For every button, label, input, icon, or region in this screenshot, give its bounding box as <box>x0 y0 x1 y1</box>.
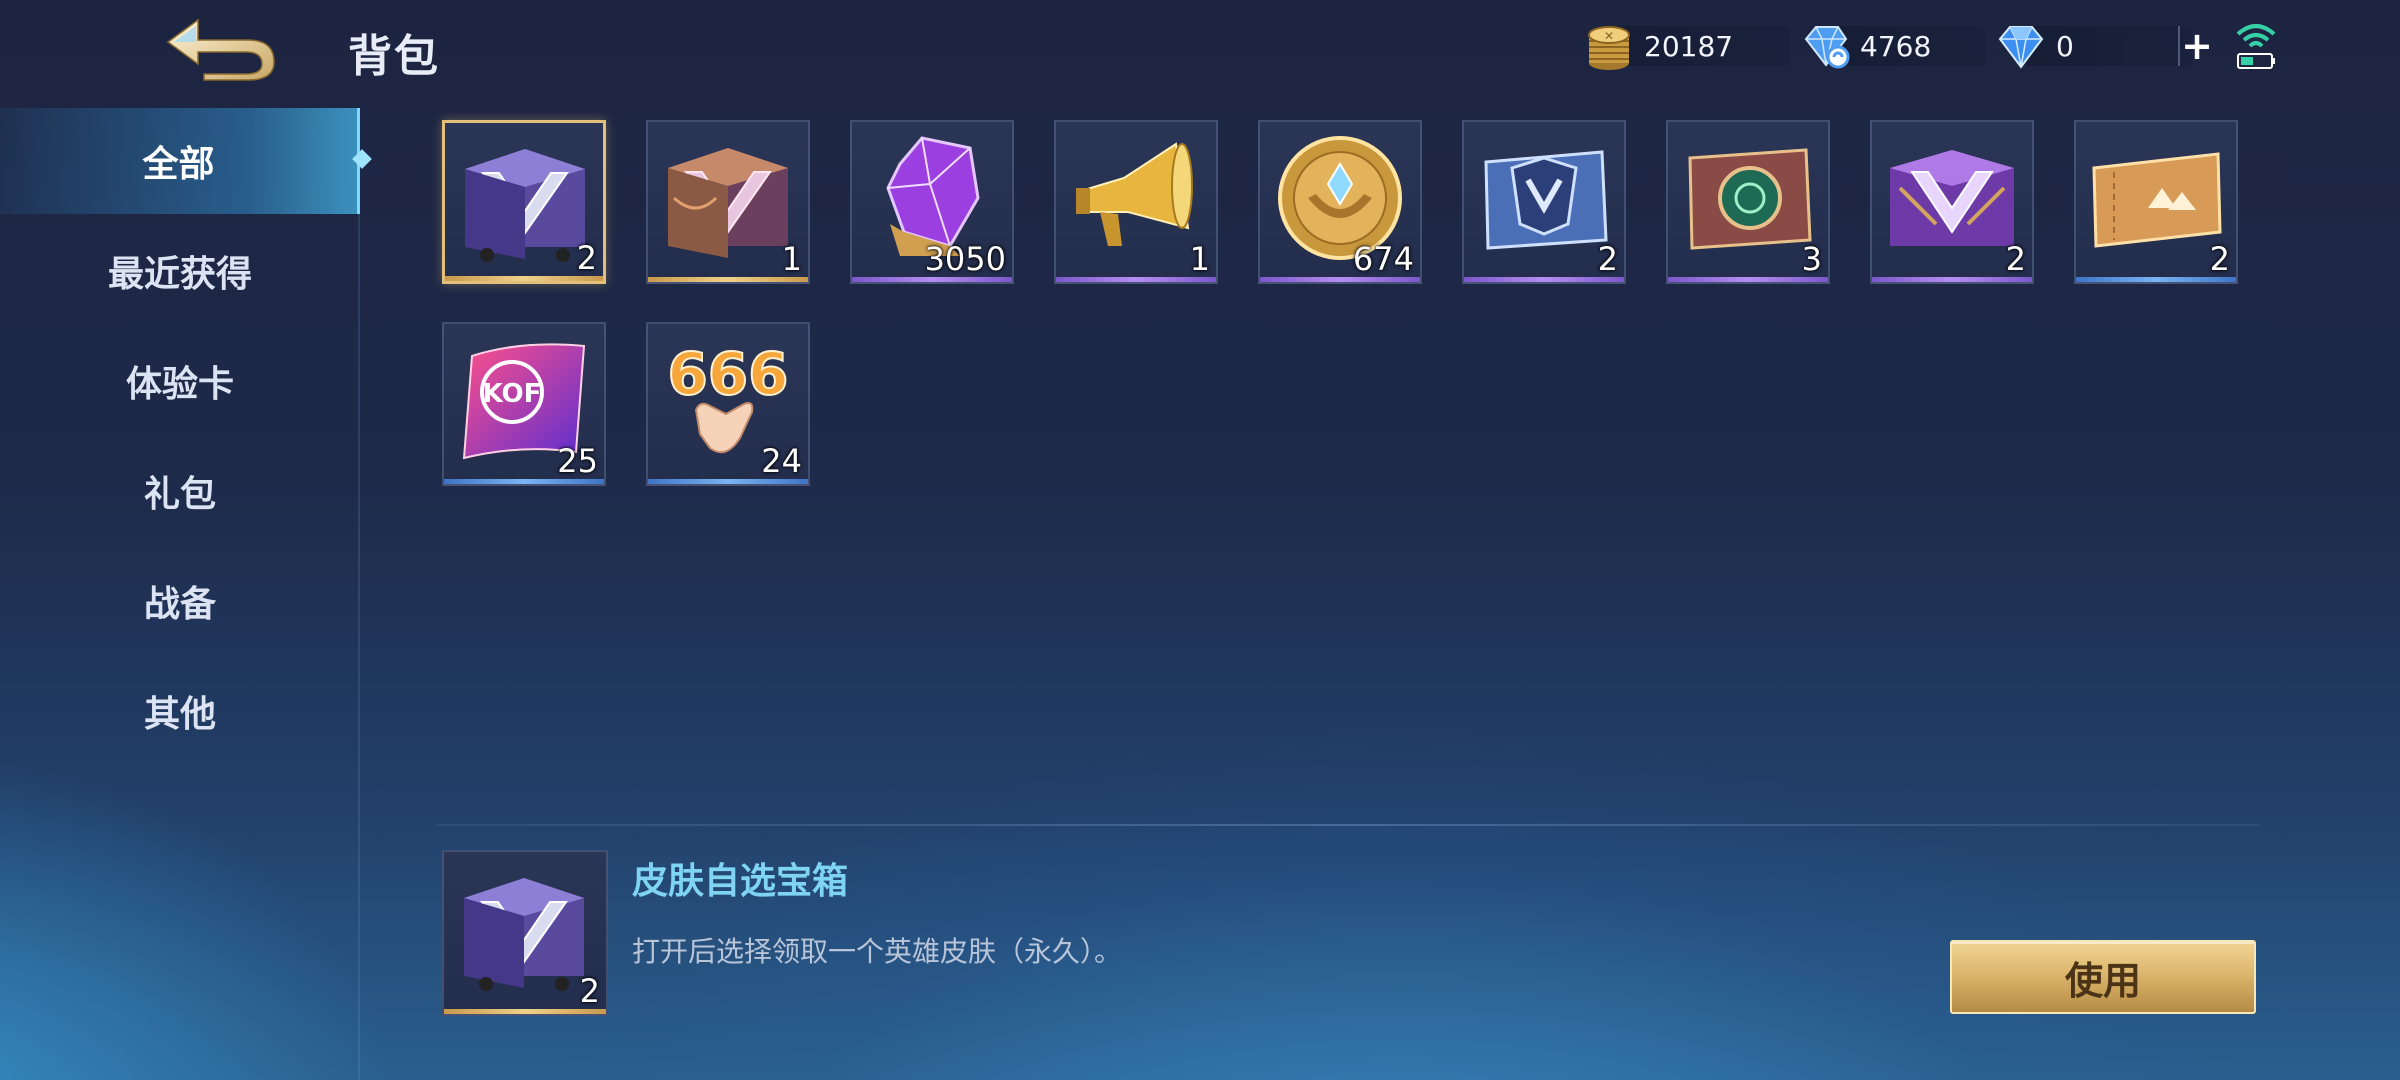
item-quantity: 3 <box>1801 240 1822 278</box>
item-quantity: 2 <box>1597 240 1618 278</box>
diamond-amount: 0 <box>2056 29 2074 63</box>
category-sidebar: 全部 最近获得 体验卡 礼包 战备 其他 <box>0 108 360 1080</box>
ticket-icon <box>2092 152 2222 248</box>
item-quantity: 1 <box>781 240 802 278</box>
inventory-slot[interactable]: 3050 <box>850 120 1014 284</box>
item-quantity: 3050 <box>924 240 1006 278</box>
inventory-slot[interactable]: 3 <box>1666 120 1830 284</box>
inventory-slot[interactable]: 1 <box>646 120 810 284</box>
wifi-signal-icon <box>2236 24 2276 69</box>
gold-coin-amount: 20187 <box>1644 29 1734 63</box>
voucher-crystal-icon <box>1804 26 1850 69</box>
detail-divider <box>436 824 2260 826</box>
page-title: 背包 <box>348 31 440 82</box>
add-currency-button[interactable]: + <box>2178 24 2214 68</box>
item-quantity: 24 <box>761 442 802 480</box>
sidebar-item-other[interactable]: 其他 <box>0 658 360 764</box>
back-button[interactable] <box>150 12 280 82</box>
inventory-slot[interactable]: 1 <box>1054 120 1218 284</box>
detail-item-description: 打开后选择领取一个英雄皮肤（永久）。 <box>632 935 1123 968</box>
item-quantity: 2 <box>579 972 600 1010</box>
use-button[interactable]: 使用 <box>1950 940 2256 1014</box>
inventory-slot[interactable]: 674 <box>1258 120 1422 284</box>
sidebar-item-label: 战备 <box>143 584 216 625</box>
sidebar-item-label: 最近获得 <box>107 254 252 295</box>
detail-item-icon: 2 <box>442 850 608 1016</box>
gold-coin-icon: ✕ <box>1588 26 1630 70</box>
voucher-counter: 4768 <box>1798 22 1986 70</box>
sidebar-item-battle-prep[interactable]: 战备 <box>0 548 360 654</box>
item-quantity: 25 <box>557 442 598 480</box>
purple-chest-icon <box>1890 150 2014 246</box>
svg-text:KOF: KOF <box>483 379 542 409</box>
diamond-counter: 0 <box>1994 22 2192 70</box>
item-quantity: 674 <box>1352 240 1414 278</box>
sidebar-item-gift-packs[interactable]: 礼包 <box>0 438 360 544</box>
svg-text:✕: ✕ <box>1604 29 1614 43</box>
item-quantity: 2 <box>2005 240 2026 278</box>
skin-chest-icon <box>464 878 584 991</box>
voucher-amount: 4768 <box>1860 29 1932 63</box>
inventory-slot[interactable]: KOF 25 <box>442 322 606 486</box>
svg-text:666: 666 <box>667 340 788 408</box>
sidebar-item-all[interactable]: 全部 <box>0 108 360 214</box>
inventory-slot[interactable]: 666 24 <box>646 322 810 486</box>
back-arrow-icon <box>166 18 275 81</box>
item-quantity: 2 <box>2209 240 2230 278</box>
skin-chest-icon <box>668 148 788 258</box>
inventory-slot[interactable]: 2 <box>442 120 606 284</box>
sidebar-item-label: 礼包 <box>143 474 216 515</box>
sidebar-item-label: 体验卡 <box>125 364 234 405</box>
item-quantity: 2 <box>576 239 597 277</box>
badge-card-icon <box>1688 148 1812 250</box>
inventory-slot[interactable]: 2 <box>1870 120 2034 284</box>
inventory-slot[interactable]: 2 <box>2074 120 2238 284</box>
detail-item-name: 皮肤自选宝箱 <box>632 861 849 902</box>
item-quantity: 1 <box>1189 240 1210 278</box>
sidebar-item-label: 全部 <box>142 144 215 185</box>
megaphone-icon <box>1076 142 1193 246</box>
emblem-card-icon <box>1484 150 1608 250</box>
sidebar-item-recent[interactable]: 最近获得 <box>0 218 360 324</box>
sidebar-item-trial-cards[interactable]: 体验卡 <box>0 328 360 434</box>
inventory-slot[interactable]: 2 <box>1462 120 1626 284</box>
skin-chest-icon <box>465 149 585 262</box>
sidebar-item-label: 其他 <box>143 694 216 735</box>
gold-coin-counter: ✕ 20187 <box>1582 22 1790 70</box>
diamond-icon <box>1998 26 2044 69</box>
